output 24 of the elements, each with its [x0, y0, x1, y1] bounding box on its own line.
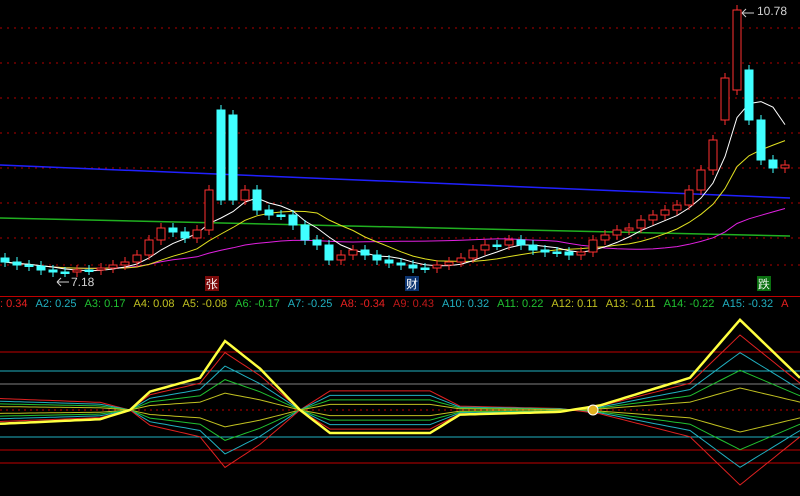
indicator-value: A4: 0.08: [134, 297, 174, 312]
indicator-value: A8: -0.34: [340, 297, 386, 312]
indicator-value: A3: 0.17: [84, 297, 126, 312]
low-price-label: 7.18: [71, 275, 94, 289]
signal-tag: 张: [205, 276, 219, 291]
indicator-value: A14: -0.22: [664, 297, 714, 312]
indicator-value: A6: -0.17: [235, 297, 280, 312]
indicator-value: A7: -0.25: [288, 297, 332, 312]
indicator-value: : 0.34: [0, 297, 28, 312]
indicator-value: A15: -0.32: [722, 297, 774, 312]
indicator-value: A11: 0.22: [497, 297, 544, 312]
indicator-value: A: [781, 297, 789, 312]
coin-icon: [588, 404, 598, 416]
indicator-value: A10: 0.32: [442, 297, 490, 312]
indicator-value: A12: 0.11: [551, 297, 598, 312]
signal-tag: 跌: [757, 276, 771, 291]
indicator-value: A2: 0.25: [36, 297, 77, 312]
high-price-label: 10.78: [757, 4, 788, 18]
signal-tag: 财: [405, 276, 419, 291]
arrow-icon: [742, 8, 754, 18]
indicator-value: A13: -0.11: [606, 297, 656, 312]
indicator-value: A9: 0.43: [393, 297, 434, 312]
arrow-icon: [56, 278, 70, 286]
indicator-value: A5: -0.08: [182, 297, 228, 312]
